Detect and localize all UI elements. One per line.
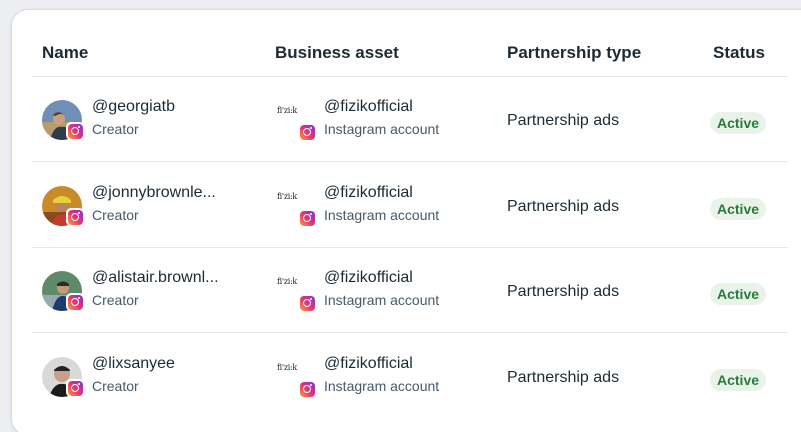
- asset-type: Instagram account: [324, 121, 440, 137]
- table-row[interactable]: @jonnybrownle... Creator fi'zi:k @fiziko…: [12, 162, 801, 248]
- table-row[interactable]: @lixsanyee Creator fi'zi:k @fizikofficia…: [12, 333, 801, 419]
- asset-handle[interactable]: @fizikofficial: [324, 98, 413, 116]
- table-row[interactable]: @georgiatb Creator fi'zi:k @fizikofficia…: [12, 76, 801, 162]
- creator-handle[interactable]: @georgiatb: [92, 98, 175, 116]
- partnerships-table-card: Name Business asset Partnership type Sta…: [12, 10, 801, 432]
- fizik-logo: fi'zi:k: [277, 363, 297, 372]
- creator-handle[interactable]: @lixsanyee: [92, 355, 175, 373]
- asset-handle[interactable]: @fizikofficial: [324, 184, 413, 202]
- column-header-status[interactable]: Status: [713, 43, 765, 63]
- instagram-icon: [66, 208, 84, 226]
- status-badge: Active: [710, 283, 767, 305]
- fizik-logo: fi'zi:k: [277, 106, 297, 115]
- instagram-icon: [298, 209, 316, 227]
- table-header: Name Business asset Partnership type Sta…: [12, 10, 801, 76]
- partnership-type: Partnership ads: [507, 112, 620, 129]
- instagram-icon: [66, 293, 84, 311]
- creator-handle[interactable]: @jonnybrownle...: [92, 184, 216, 202]
- partnership-type: Partnership ads: [507, 198, 620, 215]
- creator-role: Creator: [92, 378, 139, 394]
- creator-role: Creator: [92, 207, 139, 223]
- asset-type: Instagram account: [324, 207, 440, 223]
- instagram-icon: [66, 379, 84, 397]
- status-badge: Active: [710, 369, 767, 391]
- creator-role: Creator: [92, 292, 139, 308]
- instagram-icon: [298, 380, 316, 398]
- fizik-logo: fi'zi:k: [277, 192, 297, 201]
- partnership-type: Partnership ads: [507, 283, 620, 300]
- column-header-name[interactable]: Name: [42, 43, 88, 63]
- status-badge: Active: [710, 112, 767, 134]
- status-badge: Active: [710, 198, 767, 220]
- column-header-business-asset[interactable]: Business asset: [275, 43, 399, 63]
- instagram-icon: [66, 122, 84, 140]
- asset-type: Instagram account: [324, 378, 440, 394]
- column-header-partnership-type[interactable]: Partnership type: [507, 43, 641, 63]
- instagram-icon: [298, 123, 316, 141]
- instagram-icon: [298, 294, 316, 312]
- table-row[interactable]: @alistair.brownl... Creator fi'zi:k @fiz…: [12, 247, 801, 333]
- creator-handle[interactable]: @alistair.brownl...: [92, 269, 219, 287]
- asset-type: Instagram account: [324, 292, 440, 308]
- fizik-logo: fi'zi:k: [277, 277, 297, 286]
- asset-handle[interactable]: @fizikofficial: [324, 269, 413, 287]
- partnership-type: Partnership ads: [507, 369, 620, 386]
- asset-handle[interactable]: @fizikofficial: [324, 355, 413, 373]
- creator-role: Creator: [92, 121, 139, 137]
